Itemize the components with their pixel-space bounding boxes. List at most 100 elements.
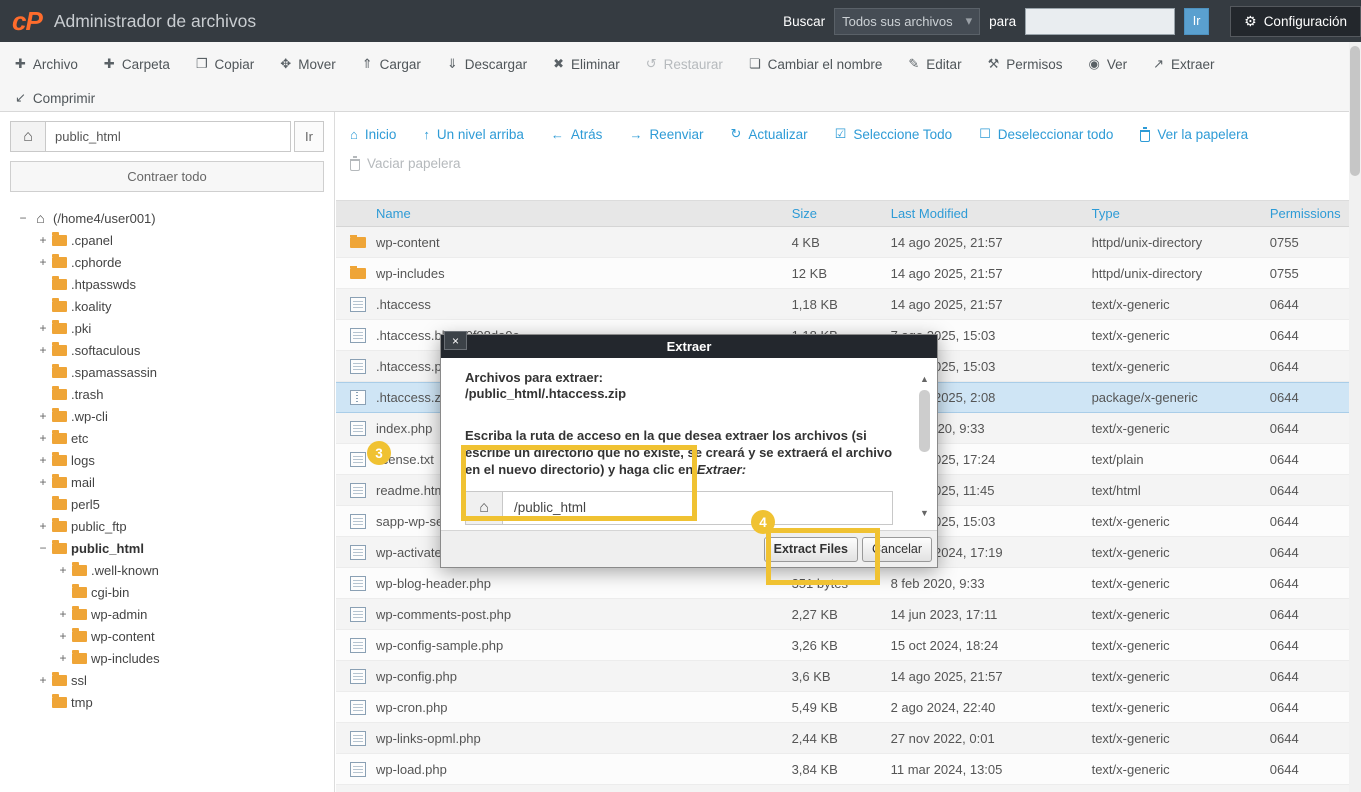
table-row[interactable]: wp-cron.php 5,49 KB 2 ago 2024, 22:40 te… [336, 692, 1349, 723]
toolbar-item[interactable]: ↙ Comprimir [2, 90, 108, 106]
column-header-name[interactable]: Name [336, 206, 792, 221]
close-button[interactable]: × [444, 331, 467, 350]
extract-path-input[interactable] [503, 491, 893, 525]
tree-item[interactable]: + .well-known [10, 559, 324, 581]
toolbar-item[interactable]: ◉ Ver [1076, 56, 1141, 72]
nav-link[interactable]: → Reenviar [629, 127, 703, 142]
column-header-type[interactable]: Type [1092, 206, 1270, 221]
tree-expander[interactable]: + [38, 431, 48, 445]
tree-item[interactable]: + etc [10, 427, 324, 449]
tree-item[interactable]: perl5 [10, 493, 324, 515]
tree-item[interactable]: + mail [10, 471, 324, 493]
table-row[interactable]: wp-comments-post.php 2,27 KB 14 jun 2023… [336, 599, 1349, 630]
search-go-button[interactable]: Ir [1184, 8, 1209, 35]
tree-expander[interactable]: + [58, 629, 68, 643]
collapse-all-button[interactable]: Contraer todo [10, 161, 324, 192]
nav-link[interactable]: ↑ Un nivel arriba [423, 127, 524, 142]
tree-item[interactable]: + public_ftp [10, 515, 324, 537]
tree-expander[interactable]: + [38, 673, 48, 687]
scrollbar-thumb[interactable] [1350, 46, 1360, 176]
tree-item[interactable]: + .wp-cli [10, 405, 324, 427]
tree-expander[interactable]: + [38, 321, 48, 335]
dialog-scrollbar[interactable] [917, 368, 932, 522]
tree-expander[interactable]: + [38, 233, 48, 247]
tree-item[interactable]: + .softaculous [10, 339, 324, 361]
tree-expander[interactable]: + [58, 563, 68, 577]
tree-expander[interactable]: − [18, 211, 28, 225]
tree-item[interactable]: .koality [10, 295, 324, 317]
file-size: 12 KB [792, 266, 891, 281]
tree-item[interactable]: + .cphorde [10, 251, 324, 273]
toolbar-item[interactable]: ❏ Cambiar el nombre [736, 56, 895, 72]
tree-expander[interactable]: + [38, 475, 48, 489]
tree-expander[interactable]: + [58, 607, 68, 621]
tree-expander[interactable]: + [38, 409, 48, 423]
tree-item[interactable]: + .pki [10, 317, 324, 339]
nav-link-label: Ver la papelera [1157, 127, 1248, 142]
tree-item[interactable]: cgi-bin [10, 581, 324, 603]
toolbar-item[interactable]: ↺ Restaurar [633, 56, 736, 72]
tree-item[interactable]: .trash [10, 383, 324, 405]
toolbar-item[interactable]: ✎ Editar [895, 56, 974, 72]
nav-link[interactable]: ☑ Seleccione Todo [835, 126, 952, 142]
tree-item[interactable]: + wp-includes [10, 647, 324, 669]
tree-item[interactable]: + wp-admin [10, 603, 324, 625]
tree-item[interactable]: + ssl [10, 669, 324, 691]
table-row[interactable]: wp-blog-header.php 351 bytes 8 feb 2020,… [336, 568, 1349, 599]
toolbar-item[interactable]: ✖ Eliminar [540, 56, 633, 72]
tree-item[interactable]: − public_html [10, 537, 324, 559]
toolbar-item[interactable]: ✥ Mover [267, 56, 348, 72]
toolbar-item[interactable]: ❐ Copiar [183, 56, 267, 72]
tree-item[interactable]: .spamassassin [10, 361, 324, 383]
nav-link[interactable]: Vaciar papelera [350, 156, 461, 171]
scroll-up-icon[interactable] [917, 374, 932, 384]
tree-item[interactable]: + logs [10, 449, 324, 471]
table-row[interactable]: wp-login.php 7,43 KB 14 ago 2025, 21:57 … [336, 785, 1349, 792]
page-scrollbar[interactable] [1349, 42, 1361, 792]
table-row[interactable]: .htaccess 1,18 KB 14 ago 2025, 21:57 tex… [336, 289, 1349, 320]
home-button[interactable] [10, 121, 46, 152]
toolbar-item[interactable]: ⇑ Cargar [349, 56, 434, 72]
scroll-down-icon[interactable] [917, 508, 932, 518]
toolbar-item[interactable]: ↗ Extraer [1140, 56, 1227, 72]
search-input[interactable] [1025, 8, 1175, 35]
home-button[interactable] [465, 491, 503, 525]
toolbar-item[interactable]: ✚ Carpeta [91, 56, 183, 72]
table-row[interactable]: wp-load.php 3,84 KB 11 mar 2024, 13:05 t… [336, 754, 1349, 785]
tree-expander[interactable]: − [38, 541, 48, 555]
table-row[interactable]: wp-includes 12 KB 14 ago 2025, 21:57 htt… [336, 258, 1349, 289]
extract-files-button[interactable]: Extract Files [764, 537, 858, 562]
toolbar-item[interactable]: ✚ Archivo [2, 56, 91, 72]
column-header-size[interactable]: Size [792, 206, 891, 221]
tree-expander[interactable]: + [38, 255, 48, 269]
toolbar-item[interactable]: ⚒ Permisos [975, 56, 1076, 72]
table-row[interactable]: wp-content 4 KB 14 ago 2025, 21:57 httpd… [336, 227, 1349, 258]
tree-item[interactable]: + .cpanel [10, 229, 324, 251]
table-row[interactable]: wp-links-opml.php 2,44 KB 27 nov 2022, 0… [336, 723, 1349, 754]
tree-item[interactable]: + wp-content [10, 625, 324, 647]
tree-expander[interactable]: + [38, 343, 48, 357]
nav-link[interactable]: ⌂ Inicio [350, 127, 396, 142]
tree-item[interactable]: .htpasswds [10, 273, 324, 295]
dialog-scrollbar-thumb[interactable] [919, 390, 930, 452]
tree-item[interactable]: tmp [10, 691, 324, 713]
settings-button[interactable]: Configuración [1230, 6, 1361, 37]
table-row[interactable]: wp-config.php 3,6 KB 14 ago 2025, 21:57 … [336, 661, 1349, 692]
nav-link[interactable]: Ver la papelera [1140, 127, 1248, 142]
table-row[interactable]: wp-config-sample.php 3,26 KB 15 oct 2024… [336, 630, 1349, 661]
nav-link[interactable]: ☐ Deseleccionar todo [979, 126, 1113, 142]
tree-expander[interactable]: + [58, 651, 68, 665]
nav-link[interactable]: ← Atrás [551, 127, 603, 142]
path-go-button[interactable]: Ir [294, 121, 324, 152]
column-header-permissions[interactable]: Permissions [1270, 206, 1349, 221]
toolbar-item[interactable]: ⇓ Descargar [434, 56, 540, 72]
tree-expander[interactable]: + [38, 519, 48, 533]
path-input[interactable] [46, 121, 291, 152]
nav-link[interactable]: ↻ Actualizar [730, 126, 807, 142]
column-header-modified[interactable]: Last Modified [891, 206, 1092, 221]
tree-item[interactable]: − ⌂ (/home4/user001) [10, 207, 324, 229]
cancel-button[interactable]: Cancelar [862, 537, 932, 562]
file-permissions: 0644 [1270, 328, 1349, 343]
search-scope-select[interactable]: Todos sus archivos [834, 8, 980, 35]
tree-expander[interactable]: + [38, 453, 48, 467]
